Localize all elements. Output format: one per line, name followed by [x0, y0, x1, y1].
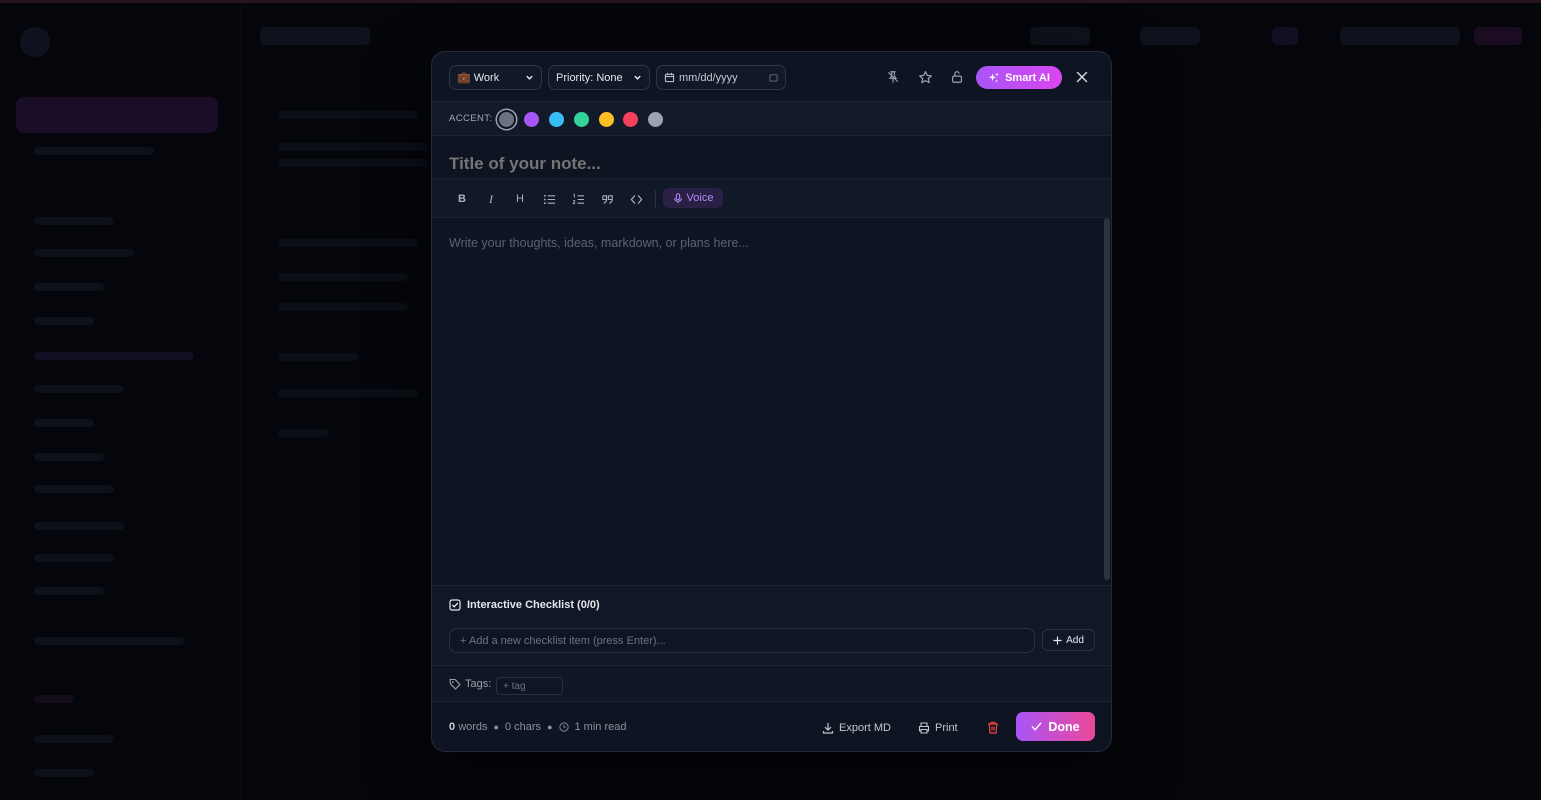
- pin-icon[interactable]: [884, 68, 902, 86]
- done-button[interactable]: Done: [1016, 712, 1095, 741]
- category-select-value: 💼 Work: [457, 72, 500, 84]
- checklist-item-input[interactable]: + Add a new checklist item (press Enter)…: [449, 628, 1035, 653]
- char-count-unit: chars: [514, 721, 542, 733]
- accent-color-row: ACCENT:: [432, 102, 1111, 136]
- editor-footer: 0 words ● 0 chars ● 1 min read Export MD…: [432, 702, 1111, 751]
- separator-dot: ●: [547, 722, 553, 732]
- export-md-button[interactable]: Export MD: [822, 719, 891, 737]
- chevron-down-icon: [525, 73, 534, 82]
- calendar-icon: [664, 72, 675, 83]
- checklist-input-placeholder: + Add a new checklist item (press Enter)…: [460, 634, 666, 647]
- tag-icon: [449, 678, 461, 690]
- editor-toolbar: 💼 Work Priority: None mm/dd/yyyy Smart A…: [432, 52, 1111, 102]
- print-button[interactable]: Print: [918, 719, 958, 737]
- separator-dot: ●: [493, 722, 499, 732]
- voice-label: Voice: [686, 192, 714, 204]
- note-body-placeholder: Write your thoughts, ideas, markdown, or…: [449, 236, 749, 250]
- toolbar-divider: [655, 190, 656, 208]
- tags-label-group: Tags:: [449, 678, 491, 690]
- numbered-list-icon[interactable]: [570, 191, 586, 207]
- read-time: 1 min read: [574, 721, 627, 733]
- chevron-down-icon: [633, 73, 642, 82]
- plus-icon: [1053, 635, 1062, 645]
- note-body-editor[interactable]: Write your thoughts, ideas, markdown, or…: [432, 218, 1111, 585]
- done-label: Done: [1048, 719, 1080, 734]
- tags-label: Tags:: [465, 678, 492, 690]
- printer-icon: [918, 722, 930, 734]
- smart-ai-button[interactable]: Smart AI: [976, 66, 1062, 89]
- close-icon[interactable]: [1072, 67, 1092, 87]
- tag-input-placeholder: + tag: [503, 680, 526, 692]
- editor-scrollbar[interactable]: [1104, 218, 1110, 580]
- note-title-input[interactable]: [449, 152, 1089, 176]
- tags-row: Tags: + tag: [432, 665, 1111, 702]
- export-md-label: Export MD: [839, 722, 891, 734]
- download-icon: [822, 722, 834, 734]
- word-count: 0 words: [449, 721, 488, 733]
- note-stats: 0 words ● 0 chars ● 1 min read: [449, 721, 626, 733]
- formatting-toolbar: B I H Voice: [432, 178, 1111, 218]
- microphone-icon: [673, 192, 683, 204]
- checklist-section: Interactive Checklist (0/0) + Add a new …: [432, 585, 1111, 665]
- char-count: 0 chars: [505, 721, 541, 733]
- italic-button[interactable]: I: [483, 191, 499, 207]
- check-icon: [1031, 721, 1042, 732]
- calendar-picker-icon[interactable]: [769, 73, 778, 82]
- priority-select[interactable]: Priority: None: [548, 65, 650, 90]
- checkbox-icon: [449, 599, 461, 611]
- add-label: Add: [1066, 634, 1084, 646]
- bold-button[interactable]: B: [454, 191, 470, 207]
- unlock-icon[interactable]: [948, 68, 966, 86]
- checklist-header: Interactive Checklist (0/0): [449, 599, 600, 611]
- add-checklist-item-button[interactable]: Add: [1042, 629, 1095, 651]
- word-count-value: 0: [449, 721, 456, 733]
- accent-swatch[interactable]: [499, 112, 514, 127]
- bullet-list-icon[interactable]: [541, 191, 557, 207]
- smart-ai-label: Smart AI: [1005, 71, 1050, 84]
- star-icon[interactable]: [916, 68, 934, 86]
- checklist-heading: Interactive Checklist (0/0): [467, 599, 600, 611]
- note-editor-modal: 💼 Work Priority: None mm/dd/yyyy Smart A…: [431, 51, 1112, 752]
- due-date-placeholder: mm/dd/yyyy: [679, 71, 738, 84]
- accent-swatch[interactable]: [574, 112, 589, 127]
- due-date-input[interactable]: mm/dd/yyyy: [656, 65, 786, 90]
- trash-icon[interactable]: [985, 719, 1001, 735]
- quote-icon[interactable]: [599, 191, 615, 207]
- char-count-value: 0: [504, 721, 512, 733]
- print-label: Print: [935, 722, 958, 734]
- category-select[interactable]: 💼 Work: [449, 65, 542, 90]
- voice-button[interactable]: Voice: [663, 188, 723, 208]
- accent-label: ACCENT:: [449, 113, 493, 124]
- code-icon[interactable]: [628, 191, 644, 207]
- tag-input[interactable]: + tag: [496, 677, 563, 695]
- word-count-unit: words: [458, 721, 488, 733]
- accent-swatch[interactable]: [599, 112, 614, 127]
- sparkles-icon: [988, 72, 1000, 84]
- accent-swatch[interactable]: [623, 112, 638, 127]
- heading-button[interactable]: H: [512, 191, 528, 207]
- accent-swatch[interactable]: [648, 112, 663, 127]
- accent-swatch[interactable]: [549, 112, 564, 127]
- clock-icon: [558, 722, 569, 732]
- accent-swatch[interactable]: [524, 112, 539, 127]
- priority-select-value: Priority: None: [556, 71, 623, 84]
